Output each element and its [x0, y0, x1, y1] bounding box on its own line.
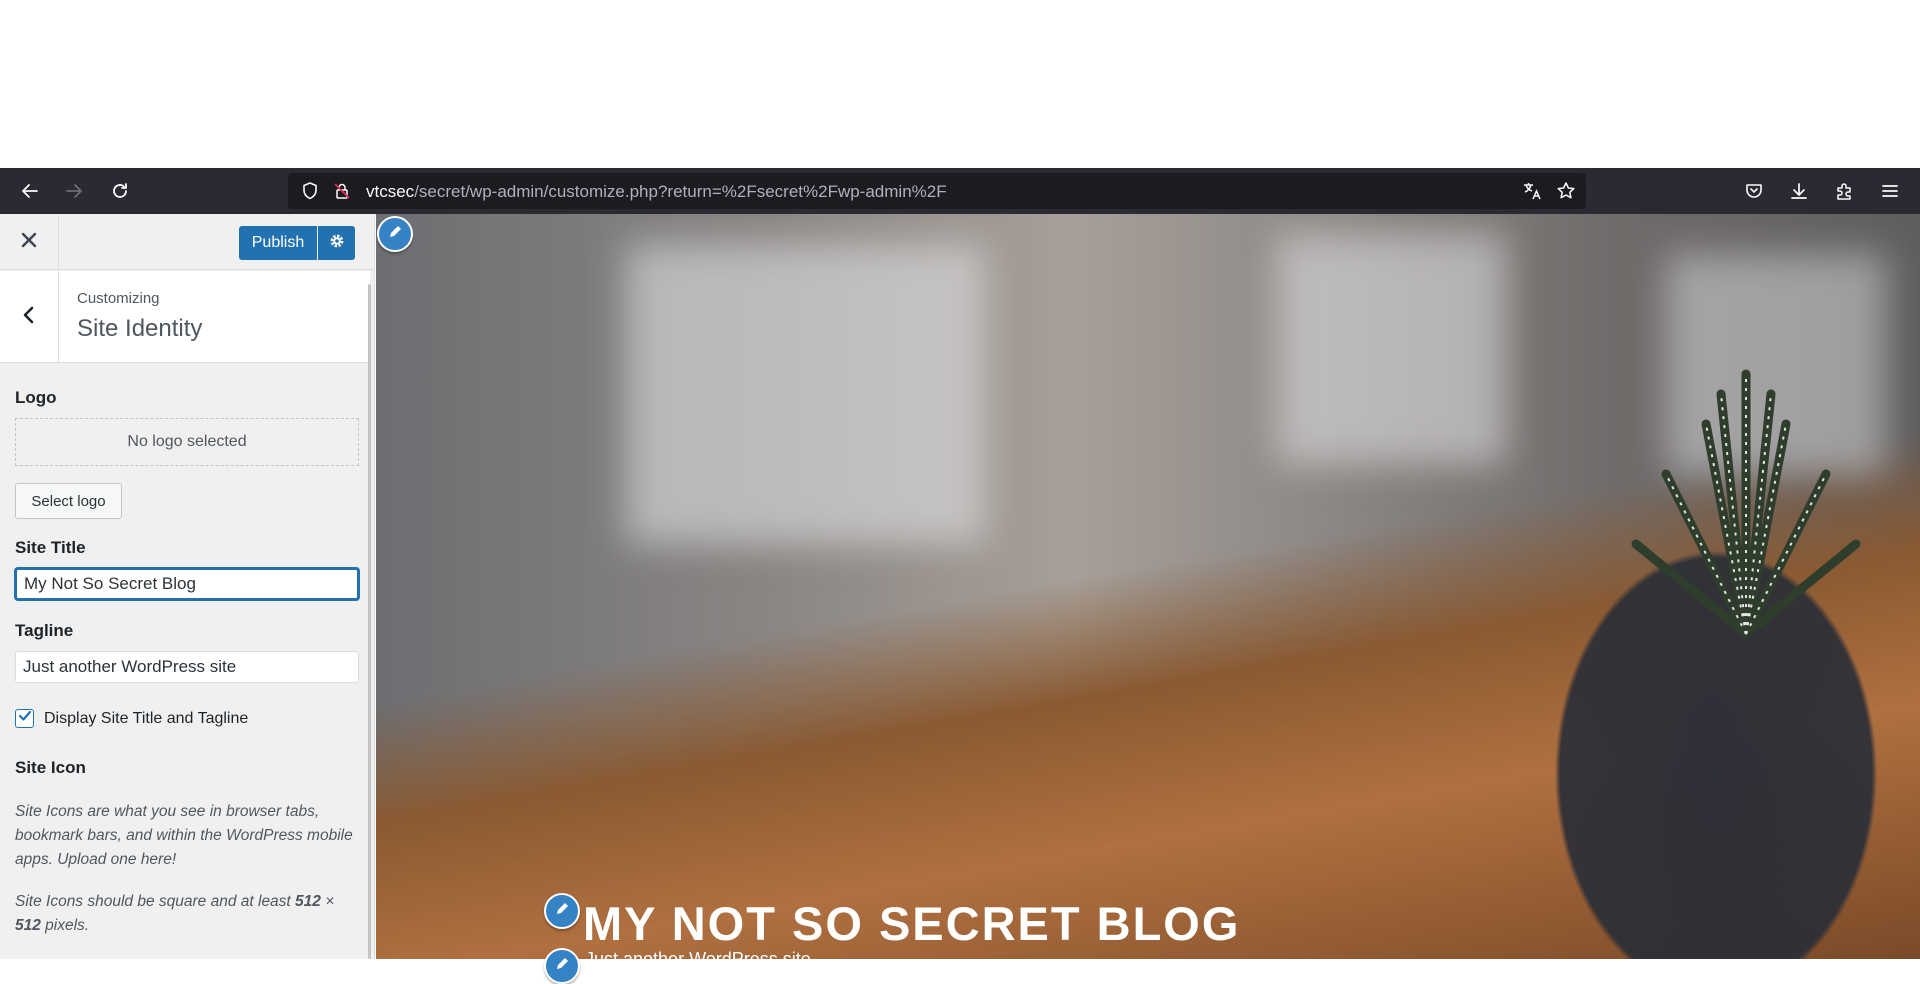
scrollbar[interactable]: [368, 284, 371, 959]
browser-toolbar: vtcsec/secret/wp-admin/customize.php?ret…: [0, 168, 1920, 214]
downloads-icon[interactable]: [1783, 175, 1815, 207]
preview-tagline[interactable]: Just another WordPress site: [585, 949, 811, 970]
background-window: [626, 244, 986, 544]
translate-icon[interactable]: [1516, 175, 1548, 207]
site-preview: [376, 214, 1920, 959]
shield-icon[interactable]: [294, 175, 326, 207]
back-button[interactable]: [0, 271, 59, 363]
url-text[interactable]: vtcsec/secret/wp-admin/customize.php?ret…: [366, 182, 947, 202]
publish-settings-button[interactable]: [318, 226, 355, 260]
section-title: Site Identity: [77, 315, 203, 342]
preview-site-title[interactable]: MY NOT SO SECRET BLOG: [583, 896, 1240, 951]
blank-area: [0, 0, 1920, 168]
pencil-icon: [554, 901, 570, 922]
extensions-icon[interactable]: [1828, 175, 1860, 207]
site-icon-description: Site Icons are what you see in browser t…: [15, 803, 353, 868]
edit-tagline-shortcut[interactable]: [544, 948, 580, 984]
edit-site-title-shortcut[interactable]: [544, 893, 580, 929]
chevron-left-icon: [22, 306, 36, 329]
plant-image: [1631, 369, 1861, 639]
site-title-label: Site Title: [15, 538, 86, 557]
display-title-tagline-checkbox[interactable]: [15, 709, 34, 728]
customizer-sidebar: Publish Customizing Site Identity Logo N…: [0, 214, 375, 959]
logo-title: Logo: [15, 388, 57, 407]
close-icon: [20, 231, 38, 254]
site-title-input[interactable]: [15, 568, 359, 600]
logo-placeholder: No logo selected: [15, 418, 359, 466]
edit-header-shortcut[interactable]: [377, 216, 413, 252]
forward-arrow-icon[interactable]: [58, 175, 90, 207]
pencil-icon: [387, 224, 403, 245]
select-logo-button[interactable]: Select logo: [15, 483, 122, 519]
reload-icon[interactable]: [104, 175, 136, 207]
background-window: [1276, 234, 1506, 464]
tagline-label: Tagline: [15, 621, 74, 640]
close-customizer-button[interactable]: [0, 214, 59, 270]
insecure-lock-icon[interactable]: [326, 175, 358, 207]
url-bar[interactable]: vtcsec/secret/wp-admin/customize.php?ret…: [288, 173, 1586, 209]
bookmark-star-icon[interactable]: [1550, 175, 1582, 207]
gear-icon: [328, 232, 346, 255]
display-title-tagline-label[interactable]: Display Site Title and Tagline: [44, 710, 248, 728]
checkmark-icon: [18, 709, 32, 728]
publish-button[interactable]: Publish: [239, 226, 317, 260]
site-icon-title: Site Icon: [15, 758, 86, 777]
breadcrumb: Customizing: [77, 290, 160, 307]
site-icon-requirement: Site Icons should be square and at least…: [15, 893, 335, 934]
pocket-icon[interactable]: [1738, 175, 1770, 207]
back-arrow-icon[interactable]: [14, 175, 46, 207]
section-header: Customizing Site Identity: [0, 271, 370, 363]
menu-icon[interactable]: [1874, 175, 1906, 207]
tagline-input[interactable]: [15, 651, 359, 683]
customizer-header: Publish: [0, 214, 374, 270]
